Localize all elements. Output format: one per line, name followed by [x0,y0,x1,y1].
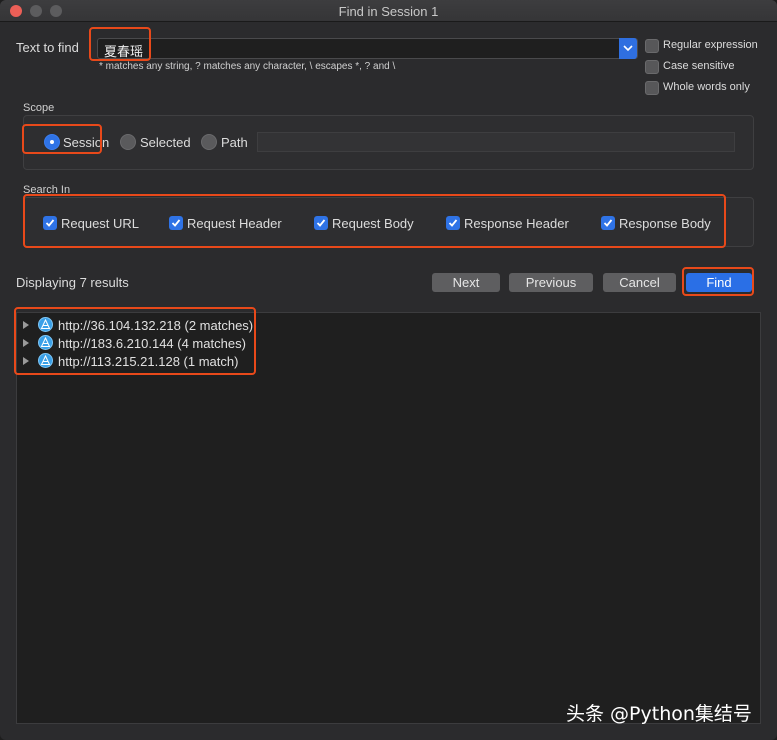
scope-session-label: Session [63,135,110,150]
find-button[interactable]: Find [686,273,752,292]
disclosure-triangle-icon[interactable] [23,339,29,347]
scope-selected-radio[interactable] [120,134,136,150]
checkmark-icon [603,219,613,227]
previous-button[interactable]: Previous [509,273,593,292]
result-host: http://36.104.132.218 (2 matches) [58,318,254,333]
regex-label: Regular expression [663,39,758,51]
request-url-checkbox[interactable] [43,216,57,230]
globe-icon [38,317,53,332]
scope-path-label: Path [221,135,248,150]
case-sensitive-checkbox[interactable] [645,60,659,74]
cancel-button[interactable]: Cancel [603,273,676,292]
response-body-checkbox[interactable] [601,216,615,230]
scope-path-radio[interactable] [201,134,217,150]
results-status: Displaying 7 results [16,275,129,290]
request-header-checkbox[interactable] [169,216,183,230]
next-button[interactable]: Next [432,273,500,292]
request-header-label: Request Header [187,216,282,231]
disclosure-triangle-icon[interactable] [23,321,29,329]
globe-icon [38,335,53,350]
search-in-label: Search In [23,184,71,196]
scope-label: Scope [23,102,55,114]
response-header-checkbox[interactable] [446,216,460,230]
result-host: http://183.6.210.144 (4 matches) [58,336,246,351]
window-title: Find in Session 1 [338,4,439,19]
tree-row[interactable]: http://113.215.21.128 (1 match) [23,352,263,370]
wildcard-hint: * matches any string, ? matches any char… [99,61,396,72]
disclosure-triangle-icon[interactable] [23,357,29,365]
result-host: http://113.215.21.128 (1 match) [58,354,239,369]
find-dialog: Find in Session 1 Text to find 夏春瑶 * mat… [0,0,777,740]
tree-row[interactable]: http://36.104.132.218 (2 matches) [23,316,263,334]
scope-session-radio[interactable] [44,134,60,150]
response-header-label: Response Header [464,216,569,231]
globe-icon [38,353,53,368]
request-body-label: Request Body [332,216,414,231]
tree-row[interactable]: http://183.6.210.144 (4 matches) [23,334,263,352]
regex-checkbox[interactable] [645,39,659,53]
whole-words-label: Whole words only [663,81,750,93]
path-input[interactable] [257,132,735,152]
request-body-checkbox[interactable] [314,216,328,230]
find-input[interactable]: 夏春瑶 [104,41,143,60]
chevron-down-icon [623,45,633,52]
case-sensitive-label: Case sensitive [663,60,735,72]
watermark: 头条 @Python集结号 [566,703,752,725]
combo-dropdown-button[interactable] [619,38,637,59]
whole-words-checkbox[interactable] [645,81,659,95]
scope-selected-label: Selected [140,135,191,150]
checkmark-icon [45,219,55,227]
checkmark-icon [171,219,181,227]
request-url-label: Request URL [61,216,140,231]
find-label: Text to find [16,40,79,55]
checkmark-icon [448,219,458,227]
title-bar: Find in Session 1 [0,0,777,22]
results-tree[interactable]: http://36.104.132.218 (2 matches) http:/… [16,312,761,724]
checkmark-icon [316,219,326,227]
find-combobox[interactable]: 夏春瑶 [97,38,638,60]
response-body-label: Response Body [619,216,711,231]
